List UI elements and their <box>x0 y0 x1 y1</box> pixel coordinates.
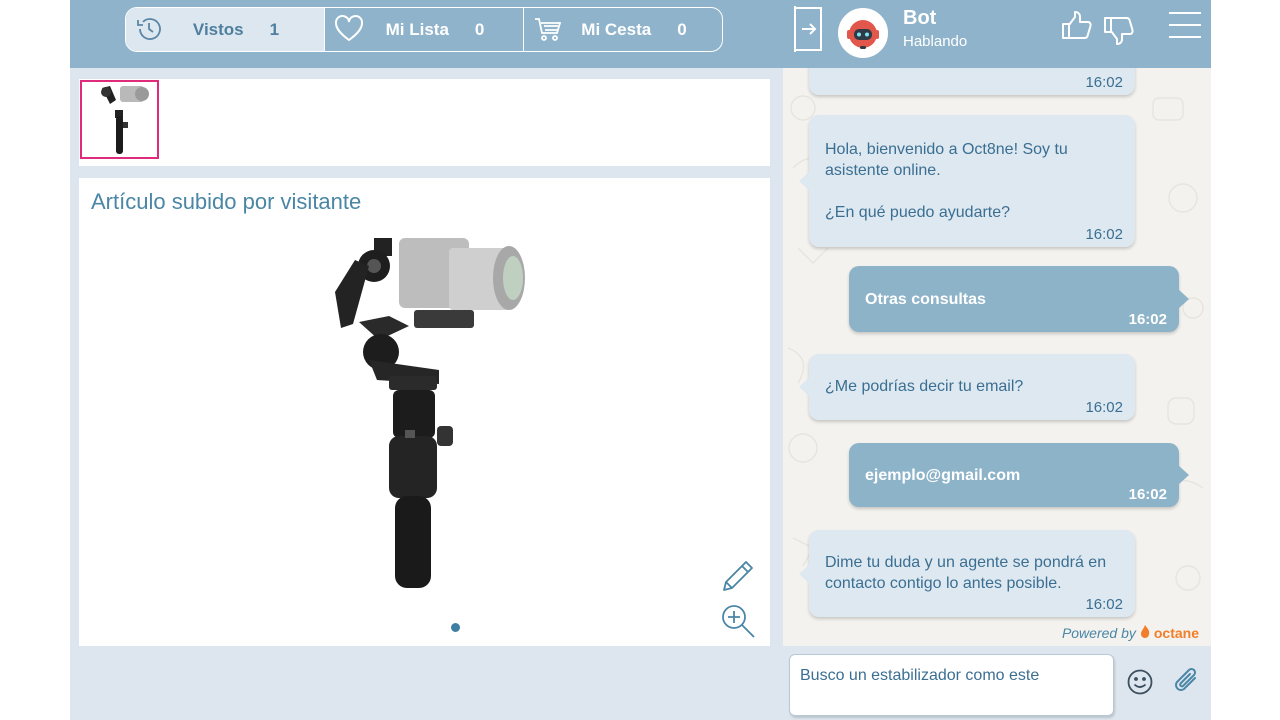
top-header: Vistos 1 Mi Lista 0 Mi Cesta 0 Bot Habla… <box>70 0 1211 68</box>
message-text: Hola, bienvenido a Oct8ne! Soy tu asiste… <box>825 141 1068 221</box>
thumbnail-item[interactable] <box>80 80 159 159</box>
zoom-in-icon[interactable] <box>720 603 756 646</box>
tab-count: 1 <box>269 19 280 39</box>
exit-chat-icon[interactable] <box>793 4 825 59</box>
history-icon <box>134 14 164 49</box>
chat-message-bot: ¿Me podrías decir tu email? 16:02 <box>799 354 1135 420</box>
product-viewer: Artículo subido por visitante <box>79 178 770 646</box>
bot-name: Bot <box>903 7 937 29</box>
message-time: 16:02 <box>1085 226 1123 243</box>
chat-conversation[interactable]: 16:02 Hola, bienvenido a Oct8ne! Soy tu … <box>783 68 1211 646</box>
chat-header: Bot Hablando <box>790 0 1211 68</box>
message-time: 16:02 <box>1085 74 1123 91</box>
chat-message-bot: 16:02 <box>809 68 1135 95</box>
tab-vistos[interactable]: Vistos 1 <box>126 8 325 51</box>
chat-message-bot: Hola, bienvenido a Oct8ne! Soy tu asiste… <box>799 115 1135 247</box>
tab-label: Mi Lista <box>385 19 449 39</box>
tab-mi-lista[interactable]: Mi Lista 0 <box>325 8 524 51</box>
message-time: 16:02 <box>1128 486 1167 503</box>
powered-by: Powered by octane <box>1062 625 1199 641</box>
tab-mi-cesta[interactable]: Mi Cesta 0 <box>524 8 722 51</box>
viewer-title: Artículo subido por visitante <box>91 189 362 214</box>
message-time: 16:02 <box>1085 596 1123 613</box>
powered-by-brand[interactable]: octane <box>1154 625 1199 641</box>
carousel-dot[interactable] <box>451 623 460 632</box>
tab-label: Vistos <box>192 19 244 39</box>
tab-count: 0 <box>677 19 687 39</box>
tab-count: 0 <box>474 19 485 39</box>
message-time: 16:02 <box>1085 399 1123 416</box>
bot-status: Hablando <box>903 33 968 50</box>
tab-label: Mi Cesta <box>581 19 652 39</box>
pencil-icon[interactable] <box>720 558 756 599</box>
cart-icon <box>532 14 564 49</box>
thumbs-up-icon[interactable] <box>1060 10 1094 47</box>
octane-logo-icon[interactable] <box>1140 625 1150 641</box>
emoji-icon[interactable] <box>1126 668 1154 701</box>
chat-input[interactable]: Busco un estabilizador como este <box>789 654 1114 716</box>
powered-by-label: Powered by <box>1061 625 1136 641</box>
gimbal-product-image <box>319 230 539 592</box>
tab-bar: Vistos 1 Mi Lista 0 Mi Cesta 0 <box>125 7 723 52</box>
thumbnail-strip <box>79 79 770 166</box>
heart-icon <box>333 14 365 49</box>
attachment-icon[interactable] <box>1171 664 1201 703</box>
chat-message-user: Otras consultas 16:02 <box>849 266 1189 332</box>
message-text: Dime tu duda y un agente se pondrá en co… <box>825 554 1107 592</box>
gimbal-thumbnail-image <box>101 86 149 154</box>
menu-icon[interactable] <box>1168 11 1202 44</box>
thumbs-down-icon[interactable] <box>1102 14 1136 51</box>
message-text: Otras consultas <box>865 291 986 308</box>
message-text: ejemplo@gmail.com <box>865 467 1021 484</box>
message-text: ¿Me podrías decir tu email? <box>825 378 1024 395</box>
message-time: 16:02 <box>1128 311 1167 328</box>
bot-avatar <box>838 8 888 58</box>
app-window: Vistos 1 Mi Lista 0 Mi Cesta 0 Bot Habla… <box>70 0 1211 720</box>
chat-message-user: ejemplo@gmail.com 16:02 <box>849 443 1189 507</box>
chat-message-bot: Dime tu duda y un agente se pondrá en co… <box>799 530 1135 617</box>
